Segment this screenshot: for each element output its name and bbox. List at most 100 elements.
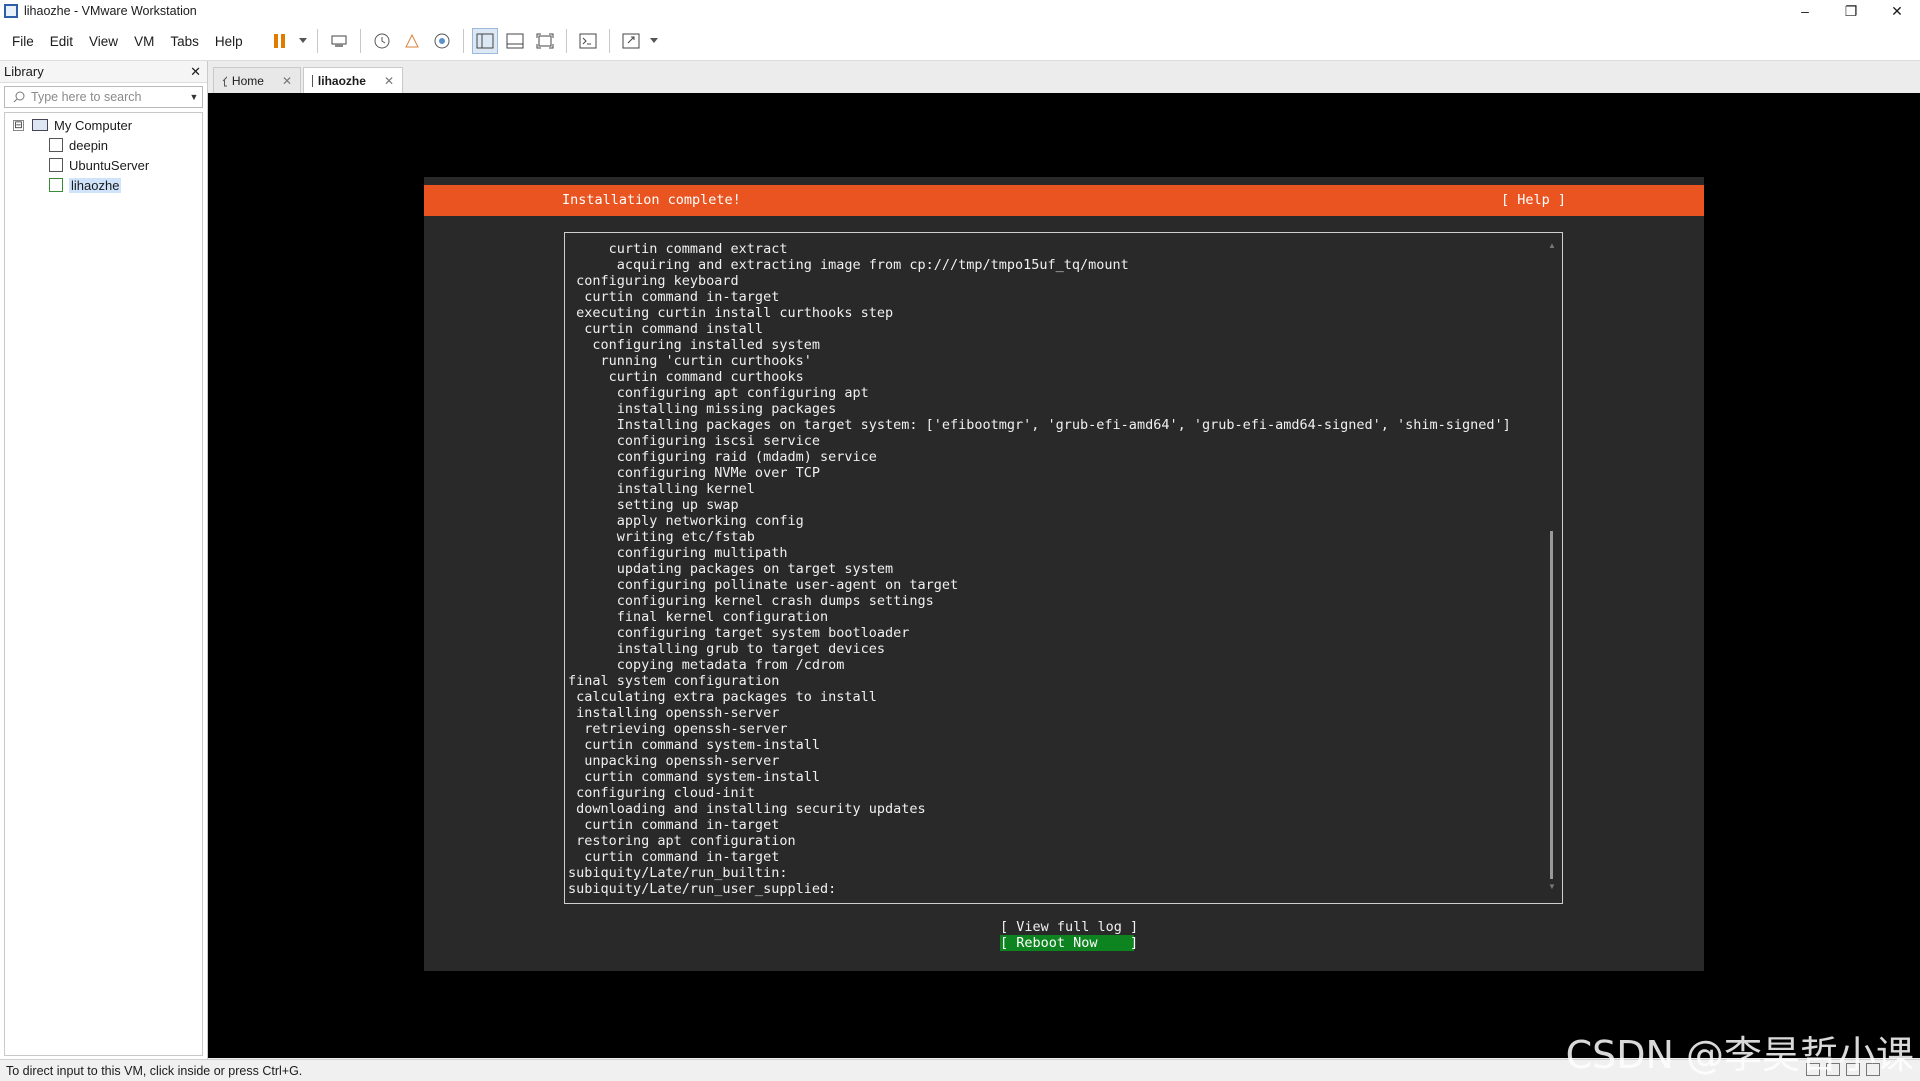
view-full-log-button[interactable]: [ View full log ] <box>1000 919 1138 935</box>
log-line: copying metadata from /cdrom <box>568 657 1511 673</box>
menu-file[interactable]: File <box>4 34 42 49</box>
log-line: calculating extra packages to install <box>568 689 1511 705</box>
log-line: final kernel configuration <box>568 609 1511 625</box>
search-placeholder: Type here to search <box>31 90 186 104</box>
log-line: writing etc/fstab <box>568 529 1511 545</box>
log-line: configuring cloud-init <box>568 785 1511 801</box>
menu-bar: File Edit View VM Tabs Help <box>0 22 1920 61</box>
menu-tabs[interactable]: Tabs <box>162 34 207 49</box>
tree-item-label: My Computer <box>54 118 132 133</box>
menu-help[interactable]: Help <box>207 34 251 49</box>
tree-item-label: deepin <box>69 138 108 153</box>
install-log[interactable]: curtin command extract acquiring and ext… <box>564 232 1563 904</box>
installer-panel: Installation complete! [ Help ] curtin c… <box>424 177 1704 971</box>
tree-item-vm[interactable]: deepin <box>5 135 202 155</box>
log-line: installing grub to target devices <box>568 641 1511 657</box>
log-line: restoring apt configuration <box>568 833 1511 849</box>
menu-view[interactable]: View <box>81 34 126 49</box>
vm-console[interactable]: Installation complete! [ Help ] curtin c… <box>208 93 1920 1058</box>
maximize-button[interactable]: ❐ <box>1828 0 1874 22</box>
log-line: curtin command in-target <box>568 849 1511 865</box>
log-line: downloading and installing security upda… <box>568 801 1511 817</box>
tab-bar: Home ✕ lihaozhe ✕ <box>208 61 1920 94</box>
log-line: configuring kernel crash dumps settings <box>568 593 1511 609</box>
scroll-thumb[interactable] <box>1550 531 1553 879</box>
menu-edit[interactable]: Edit <box>42 34 81 49</box>
close-tab-icon[interactable]: ✕ <box>282 74 292 88</box>
pause-button[interactable] <box>267 28 293 54</box>
tab-home[interactable]: Home ✕ <box>213 67 301 93</box>
snapshot-manager-button[interactable] <box>429 28 455 54</box>
log-line: configuring target system bootloader <box>568 625 1511 641</box>
help-button[interactable]: [ Help ] <box>1501 192 1566 208</box>
library-search-input[interactable]: Type here to search ▼ <box>4 86 203 108</box>
log-line: executing curtin install curthooks step <box>568 305 1511 321</box>
log-line: curtin command system-install <box>568 769 1511 785</box>
log-line: Installing packages on target system: ['… <box>568 417 1511 433</box>
installer-header: Installation complete! [ Help ] <box>424 185 1704 216</box>
log-line: configuring keyboard <box>568 273 1511 289</box>
log-scrollbar[interactable]: ▲ ▼ <box>1548 241 1556 891</box>
show-library-button[interactable] <box>472 28 498 54</box>
full-screen-button[interactable] <box>532 28 558 54</box>
log-line: curtin command install <box>568 321 1511 337</box>
log-line: configuring apt configuring apt <box>568 385 1511 401</box>
close-window-button[interactable]: ✕ <box>1874 0 1920 22</box>
console-view-icon <box>579 33 597 49</box>
pause-icon <box>273 33 287 49</box>
log-line: curtin command system-install <box>568 737 1511 753</box>
thumbnail-bar-button[interactable] <box>502 28 528 54</box>
log-line: curtin command curthooks <box>568 369 1511 385</box>
toolbar-separator <box>609 29 610 53</box>
toolbar-separator <box>317 29 318 53</box>
chevron-down-icon <box>299 38 307 44</box>
close-tab-icon[interactable]: ✕ <box>384 74 394 88</box>
log-line: acquiring and extracting image from cp:/… <box>568 257 1511 273</box>
log-line: curtin command in-target <box>568 289 1511 305</box>
vm-icon <box>49 138 63 152</box>
tree-item-vm[interactable]: UbuntuServer <box>5 155 202 175</box>
tree-item-vm-selected[interactable]: lihaozhe <box>5 175 202 195</box>
log-line: subiquity/Late/run_builtin: <box>568 865 1511 881</box>
log-line: installing openssh-server <box>568 705 1511 721</box>
full-screen-icon <box>536 33 554 49</box>
send-ctrl-alt-del-button[interactable] <box>326 28 352 54</box>
toolbar-separator <box>566 29 567 53</box>
log-line: setting up swap <box>568 497 1511 513</box>
scroll-down-icon[interactable]: ▼ <box>1548 882 1556 891</box>
tab-label: lihaozhe <box>318 74 366 88</box>
tree-item-my-computer[interactable]: ⊟ My Computer <box>5 115 202 135</box>
running-vm-icon <box>49 178 63 192</box>
reboot-now-button[interactable]: [ Reboot Now ] <box>1000 935 1134 951</box>
search-dropdown-icon[interactable]: ▼ <box>186 92 202 102</box>
console-view-button[interactable] <box>575 28 601 54</box>
stretch-dropdown-button[interactable] <box>648 28 660 54</box>
csdn-watermark: CSDN @李昊哲小课 <box>1566 1024 1914 1079</box>
library-tree: ⊟ My Computer deepin UbuntuServer lihaoz… <box>4 112 203 1056</box>
log-line: configuring pollinate user-agent on targ… <box>568 577 1511 593</box>
vmware-app-icon <box>4 4 18 18</box>
tree-item-label: UbuntuServer <box>69 158 149 173</box>
stretch-guest-button[interactable] <box>618 28 644 54</box>
toolbar <box>265 28 662 54</box>
log-lines: curtin command extract acquiring and ext… <box>568 241 1511 897</box>
window-controls: – ❐ ✕ <box>1782 0 1920 22</box>
minimize-button[interactable]: – <box>1782 0 1828 22</box>
menu-vm[interactable]: VM <box>126 34 162 49</box>
vm-icon <box>49 158 63 172</box>
log-line: configuring multipath <box>568 545 1511 561</box>
show-library-icon <box>476 33 494 49</box>
log-line: curtin command extract <box>568 241 1511 257</box>
computer-icon <box>32 119 48 131</box>
log-line: apply networking config <box>568 513 1511 529</box>
window-titlebar: lihaozhe - VMware Workstation – ❐ ✕ <box>0 0 1920 22</box>
scroll-up-icon[interactable]: ▲ <box>1548 241 1556 250</box>
revert-snapshot-button[interactable] <box>399 28 425 54</box>
collapse-toggle-icon[interactable]: ⊟ <box>13 120 24 131</box>
tab-lihaozhe[interactable]: lihaozhe ✕ <box>303 67 403 93</box>
power-dropdown-button[interactable] <box>297 28 309 54</box>
log-line: installing missing packages <box>568 401 1511 417</box>
take-snapshot-button[interactable] <box>369 28 395 54</box>
tab-label: Home <box>232 74 264 88</box>
library-close-icon[interactable]: ✕ <box>190 64 201 80</box>
